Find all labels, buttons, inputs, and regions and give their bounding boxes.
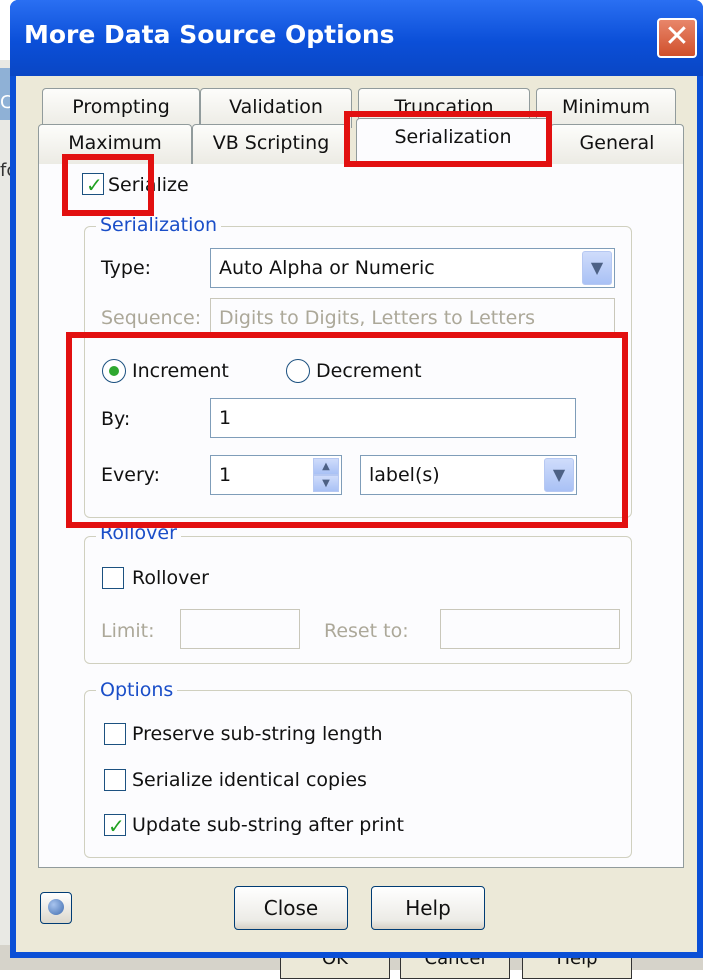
update-substring-label: Update sub-string after print xyxy=(132,814,404,836)
serialize-identical-checkbox[interactable] xyxy=(104,769,126,791)
type-dropdown-value: Auto Alpha or Numeric xyxy=(219,257,435,279)
highlight-box-increment-settings xyxy=(66,332,628,528)
rollover-label: Rollover xyxy=(132,567,209,589)
checkmark-icon: ✓ xyxy=(108,814,125,838)
tab-vb-scripting[interactable]: VB Scripting xyxy=(192,124,350,164)
tab-minimum[interactable]: Minimum xyxy=(536,88,676,128)
sequence-label: Sequence: xyxy=(101,307,202,329)
title-bar[interactable]: More Data Source Options ✕ xyxy=(10,0,703,76)
tab-prompting[interactable]: Prompting xyxy=(42,88,200,128)
close-button[interactable]: Close xyxy=(234,886,348,930)
serialization-group-title: Serialization xyxy=(96,214,222,236)
help-balloon-icon xyxy=(48,899,64,915)
help-balloon-button[interactable] xyxy=(40,892,72,924)
tab-general[interactable]: General xyxy=(550,124,684,164)
reset-to-field xyxy=(440,609,620,649)
rollover-checkbox[interactable] xyxy=(102,567,124,589)
preserve-substring-label: Preserve sub-string length xyxy=(132,723,383,745)
update-substring-checkbox[interactable]: ✓ xyxy=(104,814,126,838)
dialog-window: More Data Source Options ✕ Prompting Val… xyxy=(10,0,703,958)
options-group-title: Options xyxy=(96,679,178,701)
type-label: Type: xyxy=(101,257,152,279)
serialize-identical-label: Serialize identical copies xyxy=(132,769,367,791)
close-icon[interactable]: ✕ xyxy=(657,18,697,58)
highlight-box-serialize-checkbox xyxy=(62,154,154,216)
dialog-body: Prompting Validation Truncation Minimum … xyxy=(16,76,697,952)
type-dropdown[interactable]: Auto Alpha or Numeric ▼ xyxy=(210,248,615,288)
limit-field xyxy=(180,609,300,649)
reset-to-label: Reset to: xyxy=(324,620,409,642)
chevron-down-icon[interactable]: ▼ xyxy=(582,251,612,285)
sequence-value: Digits to Digits, Letters to Letters xyxy=(219,307,536,329)
highlight-box-serialization-tab xyxy=(344,111,552,167)
tab-validation[interactable]: Validation xyxy=(200,88,352,128)
help-button[interactable]: Help xyxy=(371,886,485,930)
window-title: More Data Source Options xyxy=(24,20,395,49)
limit-label: Limit: xyxy=(101,620,155,642)
preserve-substring-checkbox[interactable] xyxy=(104,723,126,745)
